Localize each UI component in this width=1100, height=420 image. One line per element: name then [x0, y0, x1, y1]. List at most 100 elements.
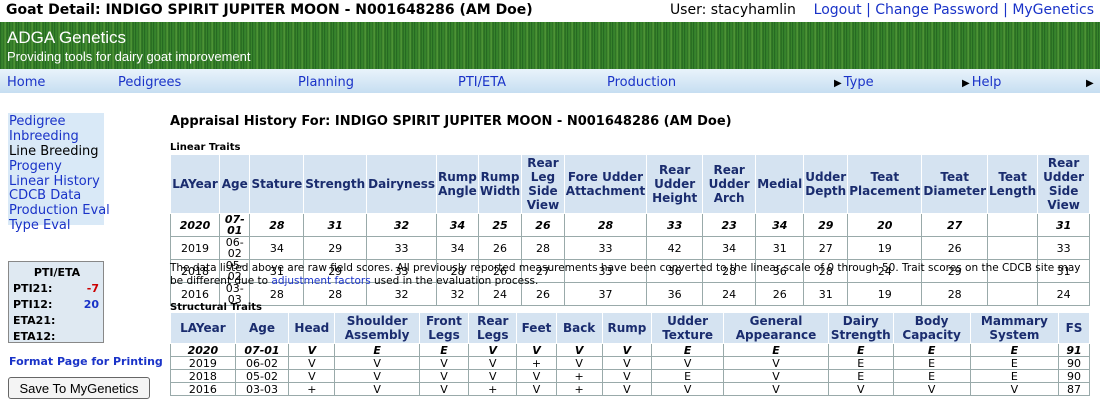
structural-header-cell: Rear Legs [468, 312, 518, 344]
linear-cell: 26 [921, 236, 988, 260]
nav-pti-eta[interactable]: PTI/ETA [458, 75, 506, 90]
structural-cell: E [969, 343, 1060, 357]
structural-header-cell: FS [1058, 312, 1090, 344]
structural-cell: 07-01 [234, 343, 290, 357]
sidebar-item-linear-history[interactable]: Linear History [9, 174, 100, 189]
linear-cell: 20 [847, 213, 923, 237]
page-title: Goat Detail: INDIGO SPIRIT JUPITER MOON … [6, 2, 533, 18]
separator: | [1003, 2, 1008, 18]
structural-cell: E [827, 356, 894, 370]
nav-help-label: Help [971, 75, 1002, 90]
linear-header-cell: Age [219, 154, 251, 214]
structural-cell: 2018 [170, 369, 236, 383]
linear-cell: 32 [366, 213, 438, 237]
nav-type[interactable]: ▶ Type [834, 75, 874, 90]
sidebar-item-cdcb-data[interactable]: CDCB Data [9, 188, 81, 203]
pti21-value: -7 [86, 282, 99, 295]
nav-bar: Home Pedigrees Planning PTI/ETA Producti… [0, 69, 1100, 93]
structural-cell: 03-03 [234, 382, 290, 396]
linear-cell [986, 236, 1039, 260]
structural-cell: V [516, 382, 557, 396]
structural-header-cell: Dairy Strength [827, 312, 894, 344]
structural-table-row: 2020 07-01 V E E V V V V E E E E E 91 [170, 343, 1090, 357]
linear-cell: 31 [303, 213, 368, 237]
nav-help[interactable]: ▶ Help [962, 75, 1001, 90]
linear-cell: 33 [563, 236, 648, 260]
structural-header-cell: Shoulder Assembly [334, 312, 420, 344]
linear-cell: 34 [436, 213, 479, 237]
side-menu: Pedigree Inbreeding Line Breeding Progen… [8, 113, 110, 233]
logout-link[interactable]: Logout [814, 2, 862, 18]
structural-header-row: LAYear Age Head Shoulder Assembly Front Legs… [170, 312, 1090, 344]
structural-cell: E [334, 343, 420, 357]
sidebar-item-production-eval[interactable]: Production Eval [9, 203, 110, 218]
structural-cell: E [969, 369, 1060, 383]
change-password-link[interactable]: Change Password [875, 2, 998, 18]
structural-cell: V [288, 356, 336, 370]
nav-production[interactable]: Production [607, 75, 676, 90]
linear-cell: 26 [521, 213, 565, 237]
linear-header-cell: Fore Udder Attachment [563, 154, 648, 214]
structural-cell: 87 [1058, 382, 1090, 396]
adjustment-factors-link[interactable]: adjustment factors [271, 275, 370, 287]
structural-cell: V [468, 369, 518, 383]
structural-cell: V [288, 343, 336, 357]
linear-cell: 23 [702, 213, 757, 237]
structural-table-row: 2018 05-02 V V V V V + V E V E E E 90 [170, 369, 1090, 383]
structural-header-cell: General Appearance [723, 312, 829, 344]
separator: | [866, 2, 871, 18]
sidebar-item-progeny[interactable]: Progeny [9, 159, 62, 174]
linear-header-cell: Stature [249, 154, 305, 214]
triangle-right-icon: ▶ [1086, 78, 1094, 89]
linear-cell: 33 [646, 213, 704, 237]
banner-subtitle: Providing tools for dairy goat improveme… [7, 49, 251, 64]
top-bar: Goat Detail: INDIGO SPIRIT JUPITER MOON … [0, 0, 1100, 22]
linear-cell: 31 [755, 236, 805, 260]
linear-header-cell: Rear Udder Side View [1037, 154, 1090, 214]
linear-header-cell: Udder Depth [803, 154, 849, 214]
linear-header-cell: Dairyness [366, 154, 438, 214]
structural-cell: V [723, 369, 829, 383]
nav-pedigrees[interactable]: Pedigrees [118, 75, 181, 90]
sidebar: Pedigree Inbreeding Line Breeding Progen… [0, 93, 163, 420]
structural-cell: E [651, 369, 725, 383]
nav-more[interactable]: ▶ [1086, 75, 1096, 90]
linear-header-row: LAYear Age Stature Strength Dairyness Rump An… [169, 154, 1090, 214]
structural-cell: V [418, 356, 470, 370]
format-print-link[interactable]: Format Page for Printing [9, 355, 163, 368]
sidebar-item-inbreeding[interactable]: Inbreeding [9, 129, 79, 144]
structural-cell: V [334, 382, 420, 396]
linear-header-cell: Rump Width [477, 154, 523, 214]
linear-header-cell: Rear Udder Arch [702, 154, 757, 214]
structural-cell: V [723, 382, 829, 396]
structural-cell: E [892, 369, 971, 383]
sidebar-item-type-eval[interactable]: Type Eval [9, 218, 70, 233]
linear-cell: 26 [477, 236, 523, 260]
linear-cell: 28 [249, 213, 305, 237]
my-genetics-link[interactable]: MyGenetics [1012, 2, 1094, 18]
structural-cell: V [516, 369, 557, 383]
note-end: used in the evaluation process. [370, 275, 539, 287]
nav-home[interactable]: Home [7, 75, 45, 90]
banner: ADGA Genetics Providing tools for dairy … [0, 22, 1100, 69]
linear-cell: 07-01 [219, 213, 251, 237]
linear-header-cell: Rear Leg Side View [521, 154, 565, 214]
linear-header-cell: LAYear [169, 154, 221, 214]
structural-cell: V [418, 369, 470, 383]
pti21-row: PTI21: -7 [13, 282, 101, 295]
nav-planning[interactable]: Planning [298, 75, 354, 90]
structural-cell: V [516, 343, 557, 357]
linear-cell: 25 [477, 213, 523, 237]
linear-cell: 29 [803, 213, 849, 237]
user-label: User: stacyhamlin [669, 2, 796, 18]
triangle-right-icon: ▶ [834, 78, 842, 89]
structural-cell: E [651, 343, 725, 357]
structural-cell: 90 [1058, 369, 1090, 383]
sidebar-item-pedigree[interactable]: Pedigree [9, 114, 66, 129]
pti12-label: PTI12: [13, 298, 53, 311]
structural-cell: E [969, 356, 1060, 370]
structural-header-cell: Head [288, 312, 336, 344]
save-to-mygenetics-button[interactable]: Save To MyGenetics [8, 377, 150, 399]
pti21-label: PTI21: [13, 282, 53, 295]
linear-cell: 2020 [169, 213, 221, 237]
